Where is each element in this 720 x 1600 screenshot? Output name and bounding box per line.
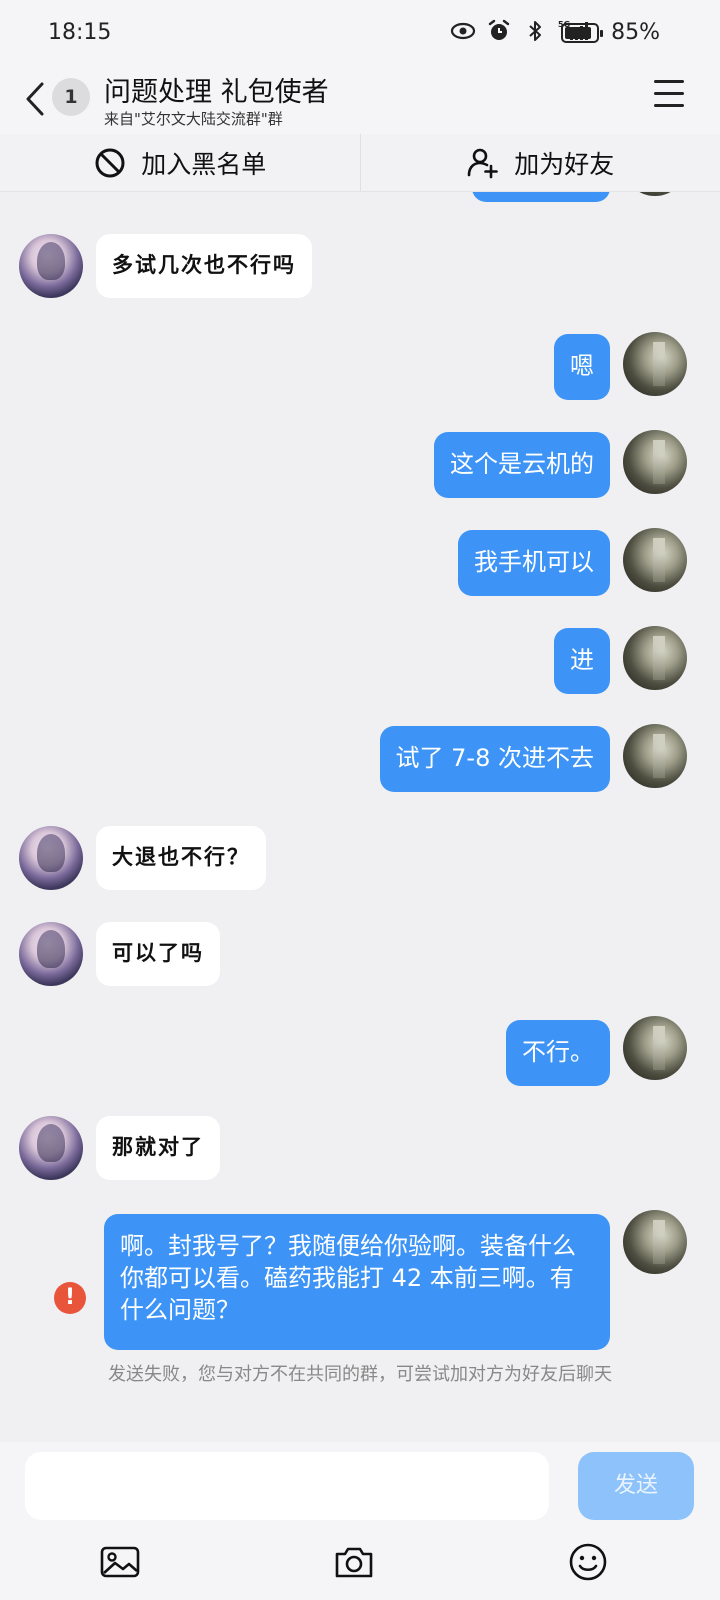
my-avatar[interactable] (623, 1016, 687, 1080)
chat-subtitle: 来自"艾尔文大陆交流群"群 (104, 110, 283, 128)
send-failed-notice: 发送失败，您与对方不在共同的群，可尝试加对方为好友后聊天 (108, 1364, 612, 1385)
chat-messages[interactable]: 多试几次也不行吗 嗯 这个是云机的 我手机可以 进 试了 7-8 次进不去 大退… (0, 192, 720, 1442)
send-failed-icon[interactable]: ! (54, 1282, 86, 1314)
status-time: 18:15 (48, 20, 112, 45)
unread-count-badge[interactable]: 1 (52, 78, 90, 116)
battery-indicator: 85% (561, 20, 660, 45)
menu-icon[interactable] (654, 80, 694, 116)
camera-icon[interactable] (332, 1540, 376, 1584)
battery-fill (565, 26, 591, 39)
message-bubble[interactable]: 进 (554, 628, 610, 694)
alarm-icon (488, 19, 510, 40)
message-input[interactable] (25, 1452, 549, 1520)
my-avatar[interactable] (623, 192, 687, 196)
message-bubble[interactable]: 多试几次也不行吗 (96, 234, 312, 298)
message-bubble[interactable]: 试了 7-8 次进不去 (379, 726, 610, 792)
add-user-icon (467, 148, 499, 178)
my-avatar[interactable] (623, 724, 687, 788)
contact-avatar[interactable] (19, 234, 83, 298)
add-to-blacklist-button[interactable]: 加入黑名单 (0, 134, 360, 191)
add-friend-button[interactable]: 加为好友 (359, 134, 720, 191)
my-avatar[interactable] (623, 1210, 687, 1274)
failed-message-bubble[interactable]: 啊。封我号了？我随便给你验啊。装备什么你都可以看。磕药我能打 42 本前三啊。有… (104, 1214, 610, 1350)
message-bubble[interactable]: 嗯 (554, 334, 610, 400)
message-bubble[interactable]: 我手机可以 (458, 530, 610, 596)
message-bubble[interactable]: 这个是云机的 (434, 432, 610, 498)
my-avatar[interactable] (623, 430, 687, 494)
message-bubble[interactable]: 那就对了 (96, 1116, 220, 1180)
contact-avatar[interactable] (19, 1116, 83, 1180)
battery-icon (561, 22, 604, 43)
my-avatar[interactable] (623, 332, 687, 396)
image-icon[interactable] (98, 1540, 142, 1584)
message-bubble-clipped (472, 192, 610, 202)
contact-avatar[interactable] (19, 826, 83, 890)
message-bubble[interactable]: 可以了吗 (96, 922, 220, 986)
emoji-icon[interactable] (566, 1540, 610, 1584)
battery-percent: 85% (611, 20, 660, 45)
contact-avatar[interactable] (19, 922, 83, 986)
message-bubble[interactable]: 大退也不行？ (96, 826, 266, 890)
message-bubble[interactable]: 不行。 (506, 1020, 610, 1086)
my-avatar[interactable] (623, 626, 687, 690)
add-friend-label: 加为好友 (514, 149, 615, 179)
send-button[interactable]: 发送 (578, 1452, 694, 1520)
eye-icon (450, 22, 476, 40)
block-icon (95, 148, 125, 177)
bluetooth-icon (529, 21, 541, 41)
my-avatar[interactable] (623, 528, 687, 592)
back-arrow-icon[interactable] (18, 76, 54, 122)
status-bar: 18:15 5G 85% (0, 0, 720, 64)
action-bar: 加入黑名单 加为好友 (0, 134, 720, 192)
blacklist-label: 加入黑名单 (141, 149, 267, 179)
chat-title: 问题处理 礼包使者 (104, 77, 329, 108)
composer-bar: 发送 (0, 1442, 720, 1600)
chat-header: 1 问题处理 礼包使者 来自"艾尔文大陆交流群"群 (0, 64, 720, 134)
